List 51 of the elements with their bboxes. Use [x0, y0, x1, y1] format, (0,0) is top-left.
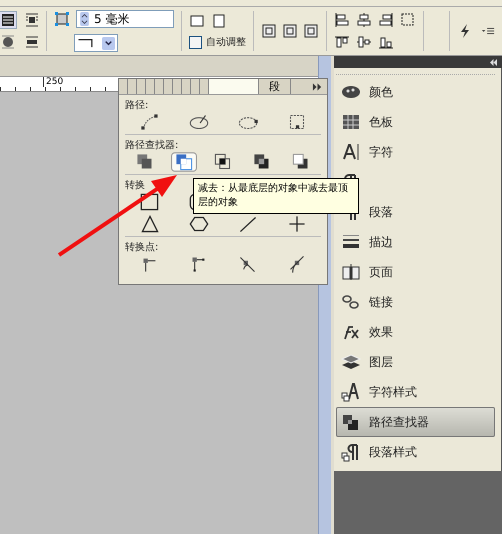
character-icon: [341, 142, 361, 162]
corner-dropdown[interactable]: [74, 34, 118, 52]
align-left-icon[interactable]: [334, 12, 350, 28]
fit-content-icon[interactable]: [282, 23, 298, 39]
align-center-icon[interactable]: [356, 12, 372, 28]
text-wrap-icon[interactable]: [0, 34, 16, 50]
panel-item[interactable]: 图层: [336, 347, 495, 377]
panel-item[interactable]: 色板: [336, 107, 495, 137]
align-middle-icon[interactable]: [356, 34, 372, 50]
tooltip: 减去：从最底层的对象中减去最顶层的对象: [193, 178, 359, 214]
swatches-icon: [341, 112, 361, 132]
ruler-label: 250: [43, 77, 64, 87]
fit-frame-icon[interactable]: [189, 13, 205, 29]
align-top-icon[interactable]: [334, 34, 350, 50]
text-wrap-icon[interactable]: [24, 34, 40, 50]
fit-content-icon[interactable]: [303, 23, 319, 39]
panel-item[interactable]: 效果: [336, 317, 495, 347]
panel-item[interactable]: 颜色: [336, 77, 495, 107]
panel-item[interactable]: 描边: [336, 227, 495, 257]
frame-offset-icon: [54, 11, 70, 27]
text-wrap-icon[interactable]: [24, 12, 40, 28]
panel-tab[interactable]: 段: [259, 79, 291, 94]
section-title: 路径:: [125, 99, 148, 112]
offset-field[interactable]: 5 毫米: [76, 10, 174, 28]
section-title: 路径查找器:: [125, 139, 178, 152]
char-style-icon: [341, 382, 361, 402]
panel-item[interactable]: 字符样式: [336, 377, 495, 407]
fit-frame-icon[interactable]: [211, 13, 227, 29]
collapse-icon[interactable]: [489, 58, 498, 66]
layers-icon: [341, 352, 361, 372]
fit-content-icon[interactable]: [261, 23, 277, 39]
panel-item[interactable]: 链接: [336, 287, 495, 317]
section-title: 转换点:: [125, 241, 158, 254]
distribute-icon[interactable]: [400, 12, 416, 28]
auto-fit-label: 自动调整: [206, 36, 246, 49]
panel-item[interactable]: 页面: [336, 257, 495, 287]
panel-item[interactable]: 段落样式: [336, 437, 495, 467]
corner-shape-icon: [77, 38, 95, 48]
panel-item[interactable]: 路径查找器: [336, 407, 495, 437]
section-title: 转换: [125, 179, 145, 192]
auto-fit-checkbox[interactable]: [189, 36, 202, 48]
panel-item[interactable]: 字符: [336, 137, 495, 167]
panel-menu-icon[interactable]: [312, 83, 323, 91]
text-wrap-icon[interactable]: [0, 12, 16, 28]
para-style-icon: [341, 442, 361, 462]
subtract-icon[interactable]: [170, 152, 197, 172]
align-right-icon[interactable]: [378, 12, 394, 28]
pages-icon: [341, 262, 361, 282]
spinner-icon[interactable]: [80, 12, 89, 26]
links-icon: [341, 292, 361, 312]
pathfinder-icon: [341, 412, 361, 432]
